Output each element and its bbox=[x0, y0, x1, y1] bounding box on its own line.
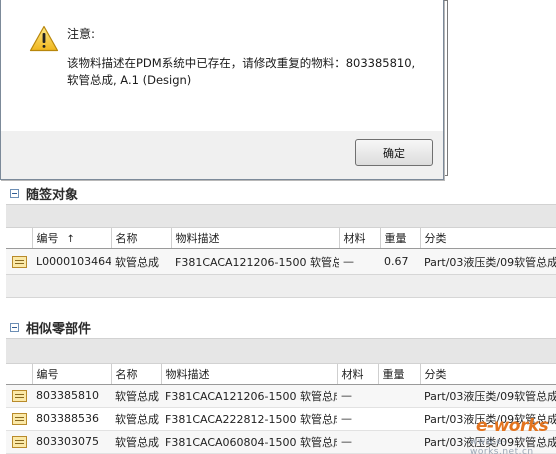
attached-section-header[interactable]: 随签对象 bbox=[10, 184, 78, 203]
table-row[interactable]: 803303075 软管总成 F381CACA060804-1500 软管总成 … bbox=[6, 430, 556, 454]
attached-toolbar bbox=[6, 204, 556, 228]
warning-icon bbox=[29, 25, 59, 52]
collapse-icon[interactable] bbox=[10, 323, 19, 332]
part-weight bbox=[378, 430, 420, 454]
select-column-header bbox=[6, 228, 33, 249]
part-category: Part/03液压类/09软管总成 bbox=[420, 430, 556, 454]
part-material: — bbox=[337, 430, 378, 454]
part-name: 软管总成 bbox=[111, 430, 161, 454]
part-material: — bbox=[337, 407, 378, 431]
column-header-description[interactable]: 物料描述 bbox=[161, 364, 338, 385]
part-name: 软管总成 bbox=[111, 407, 161, 431]
dialog-message: 该物料描述在PDM系统中已存在，请修改重复的物料：803385810, 软管总成… bbox=[67, 56, 416, 87]
part-name: 软管总成 bbox=[111, 384, 161, 408]
attached-footer bbox=[6, 274, 556, 298]
part-description: F381CACA121206-1500 软管总成 bbox=[171, 248, 339, 276]
column-header-category[interactable]: 分类 bbox=[420, 228, 556, 249]
part-weight: 0.67 bbox=[380, 248, 420, 276]
part-number-link[interactable]: 803385810 bbox=[32, 384, 111, 408]
part-weight bbox=[378, 407, 420, 431]
select-column-header bbox=[6, 364, 33, 385]
column-header-name[interactable]: 名称 bbox=[111, 228, 172, 249]
table-row[interactable]: L0000103464 软管总成 F381CACA121206-1500 软管总… bbox=[6, 248, 556, 276]
column-header-number[interactable]: 编号 ↑ bbox=[32, 228, 112, 249]
part-category: Part/03液压类/09软管总成 bbox=[420, 384, 556, 408]
part-icon bbox=[12, 412, 27, 425]
column-header-weight[interactable]: 重量 bbox=[380, 228, 421, 249]
part-description: F381CACA060804-1500 软管总成 bbox=[161, 430, 337, 454]
part-number-link[interactable]: 803303075 bbox=[32, 430, 111, 454]
similar-section-header[interactable]: 相似零部件 bbox=[10, 318, 91, 337]
part-number-link[interactable]: L0000103464 bbox=[32, 248, 111, 276]
attached-table: 编号 ↑ 名称 物料描述 材料 重量 分类 L0000103464 软管总成 F3… bbox=[6, 228, 556, 276]
sort-ascending-icon: ↑ bbox=[66, 233, 75, 245]
table-row[interactable]: 803385810 软管总成 F381CACA121206-1500 软管总成 … bbox=[6, 384, 556, 408]
collapse-icon[interactable] bbox=[10, 189, 19, 198]
dialog-body: 注意: 该物料描述在PDM系统中已存在，请修改重复的物料：803385810, … bbox=[1, 0, 443, 131]
column-header-name[interactable]: 名称 bbox=[111, 364, 162, 385]
similar-toolbar bbox=[6, 338, 556, 364]
part-icon bbox=[12, 389, 27, 402]
column-header-description[interactable]: 物料描述 bbox=[171, 228, 340, 249]
table-header-row: 编号 名称 物料描述 材料 重量 分类 bbox=[6, 364, 556, 385]
ok-button[interactable]: 确定 bbox=[355, 139, 433, 166]
warning-dialog: 注意: 该物料描述在PDM系统中已存在，请修改重复的物料：803385810, … bbox=[0, 0, 444, 180]
part-icon bbox=[12, 435, 27, 448]
column-header-weight[interactable]: 重量 bbox=[378, 364, 421, 385]
part-material: — bbox=[339, 248, 380, 276]
part-category: Part/03液压类/09软管总成 bbox=[420, 248, 556, 276]
part-weight bbox=[378, 384, 420, 408]
table-header-row: 编号 ↑ 名称 物料描述 材料 重量 分类 bbox=[6, 228, 556, 249]
attached-section-title: 随签对象 bbox=[26, 188, 79, 203]
part-number-link[interactable]: 803388536 bbox=[32, 407, 111, 431]
part-name: 软管总成 bbox=[111, 248, 171, 276]
part-material: — bbox=[337, 384, 378, 408]
part-description: F381CACA121206-1500 软管总成 bbox=[161, 384, 337, 408]
dialog-heading: 注意: bbox=[67, 27, 96, 41]
column-header-number[interactable]: 编号 bbox=[32, 364, 112, 385]
part-description: F381CACA222812-1500 软管总成 bbox=[161, 407, 337, 431]
table-row[interactable]: 803388536 软管总成 F381CACA222812-1500 软管总成 … bbox=[6, 407, 556, 431]
column-header-material[interactable]: 材料 bbox=[337, 364, 379, 385]
similar-section-title: 相似零部件 bbox=[26, 322, 92, 337]
similar-table: 编号 名称 物料描述 材料 重量 分类 803385810 软管总成 F381C… bbox=[6, 364, 556, 454]
part-category: Part/03液压类/09软管总成 bbox=[420, 407, 556, 431]
column-header-material[interactable]: 材料 bbox=[339, 228, 381, 249]
part-icon bbox=[12, 255, 27, 268]
column-header-category[interactable]: 分类 bbox=[420, 364, 556, 385]
